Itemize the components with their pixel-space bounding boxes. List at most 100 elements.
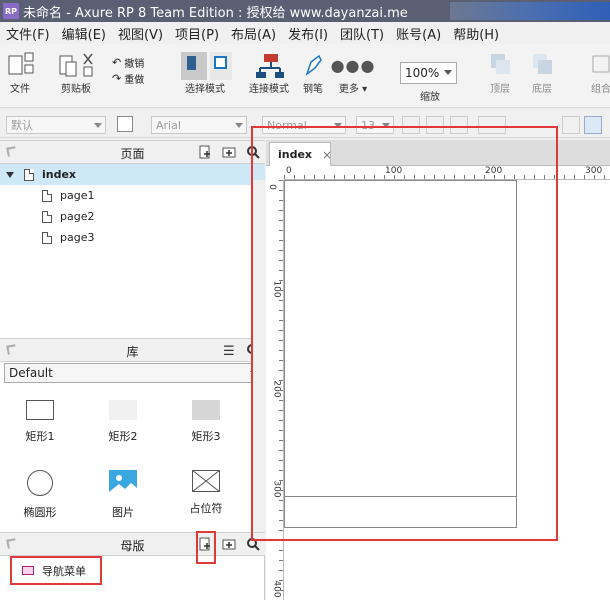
new-file-icon <box>8 52 34 75</box>
widget-rect2[interactable]: 矩形2 <box>88 400 158 444</box>
page-tree-item-page1[interactable]: page1 <box>0 185 265 206</box>
font-select[interactable]: Arial <box>151 116 247 134</box>
library-select-value: Default <box>9 366 53 380</box>
file-label: 文件 <box>10 84 30 95</box>
close-icon[interactable]: × <box>322 148 332 162</box>
italic-icon[interactable] <box>426 116 444 134</box>
tab-index[interactable]: index × <box>269 142 332 166</box>
widget-label: 占位符 <box>189 502 223 515</box>
menu-team[interactable]: 团队(T) <box>334 24 390 43</box>
widget-label: 图片 <box>112 506 134 519</box>
page-tree-item-page2[interactable]: page2 <box>0 206 265 227</box>
connector-icon <box>256 54 284 78</box>
style-select[interactable]: 默认 <box>6 116 106 134</box>
search-icon[interactable] <box>246 537 260 551</box>
page-canvas[interactable] <box>284 180 517 528</box>
zoom-value: 100% <box>405 66 440 80</box>
format-toolbar: 默认 Arial Normal 13 <box>0 112 610 138</box>
masters-panel-header: 母版 <box>0 532 265 556</box>
bring-to-front-icon <box>491 54 510 74</box>
canvas-area: index × 0 100 200 300 0 100 200 300 400 <box>252 140 610 600</box>
connect-mode-button[interactable]: 连接模式 <box>246 50 292 95</box>
connect-mode-label: 连接模式 <box>249 84 289 95</box>
more-button[interactable]: ●●● 更多 ▾ <box>331 50 375 96</box>
app-logo-icon: RP <box>3 3 19 19</box>
widget-rect3[interactable]: 矩形3 <box>171 400 241 444</box>
master-icon <box>22 566 34 575</box>
horizontal-ruler: 0 100 200 300 <box>284 166 610 180</box>
widget-ellipse[interactable]: 椭圆形 <box>5 470 75 520</box>
top-layer-label: 顶层 <box>490 84 510 95</box>
undo-icon: ↶ <box>112 56 122 69</box>
page-tree-item-index[interactable]: index <box>0 164 265 185</box>
align-left-icon[interactable] <box>562 116 580 134</box>
page-label: page1 <box>60 189 95 202</box>
add-page-icon[interactable] <box>198 145 212 159</box>
caret-down-icon[interactable] <box>6 171 14 178</box>
style-value: 默认 <box>11 119 33 132</box>
bold-icon[interactable] <box>402 116 420 134</box>
master-item-nav-menu[interactable]: 导航菜单 <box>0 560 265 581</box>
image-icon <box>109 470 137 496</box>
add-master-icon[interactable] <box>198 537 212 551</box>
zoom-select[interactable]: 100% <box>400 62 457 84</box>
top-layer-button[interactable]: 顶层 <box>486 50 514 95</box>
add-folder-icon[interactable] <box>222 537 236 551</box>
ruler-label: 0 <box>266 184 277 190</box>
clipboard-button[interactable]: 剪贴板 <box>56 50 96 95</box>
rectangle-icon <box>26 400 54 420</box>
send-to-back-icon <box>533 54 552 74</box>
format-painter-icon[interactable] <box>117 116 133 132</box>
redo-button[interactable]: ↷ 重做 <box>112 71 144 86</box>
page-icon <box>42 210 52 223</box>
main-toolbar: 文件 剪贴板 ↶ 撤销 ↷ 重做 选择模式 连接模式 钢笔 ●●● 更多 ▾ 缩… <box>0 44 610 108</box>
master-label: 导航菜单 <box>42 564 86 578</box>
group-button[interactable]: 组合 <box>586 50 610 95</box>
title-bar: RP 未命名 - Axure RP 8 Team Edition : 授权给 w… <box>0 0 610 22</box>
canvas-scrollbar[interactable] <box>252 180 265 532</box>
group-label: 组合 <box>591 84 610 95</box>
menu-icon[interactable]: ☰ <box>223 344 235 359</box>
page-tree-item-page3[interactable]: page3 <box>0 227 265 248</box>
font-weight-select[interactable]: Normal <box>262 116 346 134</box>
menu-edit[interactable]: 编辑(E) <box>56 24 112 43</box>
pen-button[interactable]: 钢笔 <box>300 50 326 95</box>
add-folder-icon[interactable] <box>222 145 236 159</box>
widget-image[interactable]: 图片 <box>88 470 158 520</box>
menu-layout[interactable]: 布局(A) <box>225 24 282 43</box>
align-center-icon[interactable] <box>584 116 602 134</box>
font-weight-value: Normal <box>267 118 307 132</box>
menu-help[interactable]: 帮助(H) <box>447 24 505 43</box>
widget-placeholder[interactable]: 占位符 <box>171 470 241 516</box>
window-title: 未命名 - Axure RP 8 Team Edition : 授权给 www.… <box>23 5 408 21</box>
font-color-icon[interactable] <box>478 116 506 134</box>
library-select[interactable]: Default <box>4 363 261 383</box>
font-size-select[interactable]: 13 <box>356 116 394 134</box>
tab-label: index <box>278 148 313 161</box>
chevron-down-icon <box>444 70 452 75</box>
select-mode-button[interactable]: 选择模式 <box>172 50 238 95</box>
rectangle-gray-icon <box>192 400 220 420</box>
menu-file[interactable]: 文件(F) <box>0 24 56 43</box>
select-mode-label: 选择模式 <box>185 84 225 95</box>
rectangle-light-icon <box>109 400 137 420</box>
search-icon[interactable] <box>246 145 260 159</box>
file-button[interactable]: 文件 <box>6 50 34 95</box>
bottom-layer-button[interactable]: 底层 <box>528 50 556 95</box>
page-fold-line <box>284 496 517 497</box>
menu-view[interactable]: 视图(V) <box>112 24 169 43</box>
widget-label: 矩形1 <box>25 430 55 443</box>
clipboard-icon <box>59 53 93 77</box>
menu-bar: 文件(F) 编辑(E) 视图(V) 项目(P) 布局(A) 发布(I) 团队(T… <box>0 22 610 44</box>
undo-button[interactable]: ↶ 撤销 <box>112 55 144 70</box>
page-label: page3 <box>60 231 95 244</box>
left-panels: 页面 index page1 page2 page3 库 ☰ Default 矩… <box>0 140 265 600</box>
underline-icon[interactable] <box>450 116 468 134</box>
menu-publish[interactable]: 发布(I) <box>282 24 334 43</box>
menu-project[interactable]: 项目(P) <box>169 24 225 43</box>
menu-account[interactable]: 账号(A) <box>390 24 447 43</box>
select-mode-icon <box>181 52 232 80</box>
widget-rect1[interactable]: 矩形1 <box>5 400 75 444</box>
pages-panel-header: 页面 <box>0 140 265 164</box>
page-icon <box>42 189 52 202</box>
